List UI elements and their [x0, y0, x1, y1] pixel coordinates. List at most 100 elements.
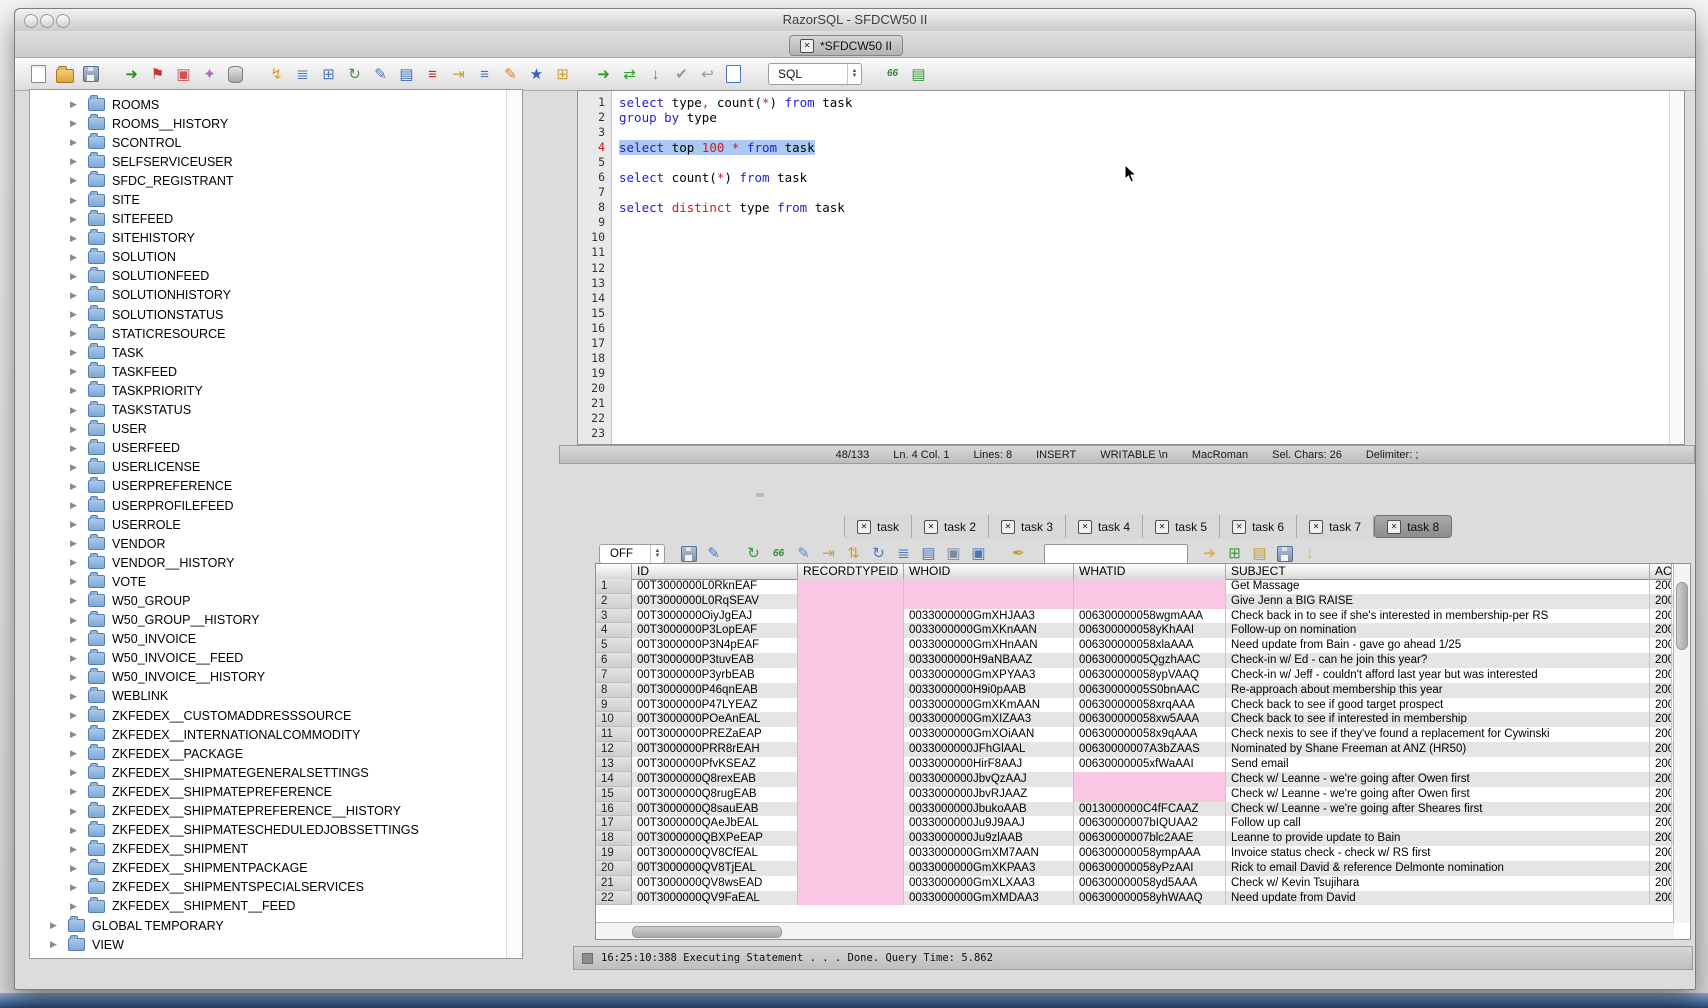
- tree-item-zkfedex-shipmatepreference[interactable]: ▶ZKFEDEX__SHIPMATEPREFERENCE: [30, 782, 522, 801]
- tree-item-rooms-history[interactable]: ▶ROOMS__HISTORY: [30, 114, 522, 133]
- result-tab-task[interactable]: ✕task: [844, 515, 912, 538]
- tree-item-userlicense[interactable]: ▶USERLICENSE: [30, 458, 522, 477]
- cell-recordtypeid[interactable]: [798, 846, 904, 861]
- row-number-cell[interactable]: 15: [596, 787, 632, 802]
- cell-ac[interactable]: 200: [1650, 772, 1672, 787]
- cell-subject[interactable]: Nominated by Shane Freeman at ANZ (HR50): [1226, 742, 1650, 757]
- cell-subject[interactable]: Invoice status check - check w/ RS first: [1226, 846, 1650, 861]
- cell-recordtypeid[interactable]: [798, 757, 904, 772]
- column-header-subject[interactable]: SUBJECT: [1226, 564, 1650, 580]
- cell-ac[interactable]: 200: [1650, 861, 1672, 876]
- help-book-icon[interactable]: ▤: [397, 65, 416, 84]
- close-tab-icon[interactable]: ✕: [800, 39, 814, 53]
- cell-id[interactable]: 00T3000000OiyJgEAJ: [632, 609, 798, 624]
- table-row[interactable]: 700T3000000P3yrbEAB0033000000GmXPYAA3006…: [596, 668, 1674, 683]
- close-tab-icon[interactable]: ✕: [1001, 520, 1015, 534]
- table-row[interactable]: 1100T3000000PREZaEAP0033000000GmXOiAAN00…: [596, 727, 1674, 742]
- table-row[interactable]: 900T3000000P47LYEAZ0033000000GmXKmAAN006…: [596, 698, 1674, 713]
- edit-cell-icon[interactable]: ✎: [794, 544, 813, 563]
- cell-whoid[interactable]: 0033000000GmXHJAA3: [904, 609, 1074, 624]
- cell-id[interactable]: 00T3000000POeAnEAL: [632, 712, 798, 727]
- expand-triangle-icon[interactable]: ▶: [70, 118, 84, 129]
- tree-item-site[interactable]: ▶SITE: [30, 190, 522, 209]
- cell-whatid[interactable]: 006300000058xw5AAA: [1074, 712, 1226, 727]
- expand-triangle-icon[interactable]: ▶: [70, 271, 84, 282]
- cell-whoid[interactable]: 0033000000GmXPYAA3: [904, 668, 1074, 683]
- expand-triangle-icon[interactable]: ▶: [70, 443, 84, 454]
- cell-recordtypeid[interactable]: [798, 594, 904, 609]
- cell-recordtypeid[interactable]: [798, 668, 904, 683]
- cell-whoid[interactable]: 0033000000GmXOiAAN: [904, 727, 1074, 742]
- close-tab-icon[interactable]: ✕: [1078, 520, 1092, 534]
- expand-triangle-icon[interactable]: ▶: [70, 481, 84, 492]
- tree-item-userpreference[interactable]: ▶USERPREFERENCE: [30, 477, 522, 496]
- database-tree-panel[interactable]: ▶ROOMS▶ROOMS__HISTORY▶SCONTROL▶SELFSERVI…: [29, 89, 523, 959]
- row-number-cell[interactable]: 3: [596, 609, 632, 624]
- expand-triangle-icon[interactable]: ▶: [70, 500, 84, 511]
- cell-ac[interactable]: 200: [1650, 891, 1672, 906]
- execute-all-icon[interactable]: ⇄: [620, 65, 639, 84]
- form-view-icon[interactable]: ▤: [919, 544, 938, 563]
- tree-item-userfeed[interactable]: ▶USERFEED: [30, 439, 522, 458]
- describe-table-icon[interactable]: 66: [769, 544, 788, 563]
- table-vertical-scrollbar[interactable]: [1673, 564, 1690, 923]
- row-number-cell[interactable]: 8: [596, 683, 632, 698]
- cell-recordtypeid[interactable]: [798, 772, 904, 787]
- cell-ac[interactable]: 200: [1650, 727, 1672, 742]
- results-list-icon[interactable]: ▤: [909, 65, 928, 84]
- expand-triangle-icon[interactable]: ▶: [70, 538, 84, 549]
- expand-triangle-icon[interactable]: ▶: [70, 901, 84, 912]
- tree-item-vote[interactable]: ▶VOTE: [30, 572, 522, 591]
- cell-ac[interactable]: 200: [1650, 609, 1672, 624]
- cell-id[interactable]: 00T3000000PRR8rEAH: [632, 742, 798, 757]
- cell-ac[interactable]: 200: [1650, 802, 1672, 817]
- cell-whoid[interactable]: 0033000000H9aNBAAZ: [904, 653, 1074, 668]
- expand-triangle-icon[interactable]: ▶: [70, 825, 84, 836]
- cell-whatid[interactable]: [1074, 594, 1226, 609]
- cell-ac[interactable]: 200: [1650, 846, 1672, 861]
- row-number-cell[interactable]: 7: [596, 668, 632, 683]
- table-row[interactable]: 500T3000000P3N4pEAF0033000000GmXHnAAN006…: [596, 638, 1674, 653]
- expand-triangle-icon[interactable]: ▶: [70, 252, 84, 263]
- document-tab[interactable]: ✕ *SFDCW50 II: [789, 35, 903, 56]
- cell-whoid[interactable]: 0033000000Ju9J9AAJ: [904, 816, 1074, 831]
- close-tab-icon[interactable]: ✕: [1387, 520, 1401, 534]
- cell-whatid[interactable]: 00630000007blc2AAE: [1074, 831, 1226, 846]
- cell-whoid[interactable]: 0033000000JbvQzAAJ: [904, 772, 1074, 787]
- rollback-icon[interactable]: ↩: [698, 65, 717, 84]
- tree-item-user[interactable]: ▶USER: [30, 420, 522, 439]
- script-results-icon[interactable]: ▤: [1250, 544, 1269, 563]
- cell-subject[interactable]: Re-approach about membership this year: [1226, 683, 1650, 698]
- row-number-cell[interactable]: 11: [596, 727, 632, 742]
- copy-connection-icon[interactable]: ▣: [174, 65, 193, 84]
- row-number-cell[interactable]: 21: [596, 876, 632, 891]
- refresh-results-icon[interactable]: ↻: [744, 544, 763, 563]
- row-number-cell[interactable]: 10: [596, 712, 632, 727]
- cell-recordtypeid[interactable]: [798, 816, 904, 831]
- expand-triangle-icon[interactable]: ▶: [70, 691, 84, 702]
- tree-item-vendor[interactable]: ▶VENDOR: [30, 534, 522, 553]
- close-tab-icon[interactable]: ✕: [1309, 520, 1323, 534]
- expand-triangle-icon[interactable]: ▶: [70, 519, 84, 530]
- cell-id[interactable]: 00T3000000QV8wsEAD: [632, 876, 798, 891]
- tree-item-userprofilefeed[interactable]: ▶USERPROFILEFEED: [30, 496, 522, 515]
- result-tab-task-6[interactable]: ✕task 6: [1220, 515, 1297, 538]
- table-row[interactable]: 300T3000000OiyJgEAJ0033000000GmXHJAA3006…: [596, 609, 1674, 624]
- tree-item-taskstatus[interactable]: ▶TASKSTATUS: [30, 401, 522, 420]
- row-number-cell[interactable]: 14: [596, 772, 632, 787]
- cell-recordtypeid[interactable]: [798, 638, 904, 653]
- cell-whatid[interactable]: 006300000058ympAAA: [1074, 846, 1226, 861]
- cell-whoid[interactable]: 0033000000GmXHnAAN: [904, 638, 1074, 653]
- cell-whatid[interactable]: 006300000058yd5AAA: [1074, 876, 1226, 891]
- result-tab-task-3[interactable]: ✕task 3: [989, 515, 1066, 538]
- table-row[interactable]: 1700T3000000QAeJbEAL0033000000Ju9J9AAJ00…: [596, 816, 1674, 831]
- cell-subject[interactable]: Send email: [1226, 757, 1650, 772]
- tree-item-zkfedex-shipmategeneralsettings[interactable]: ▶ZKFEDEX__SHIPMATEGENERALSETTINGS: [30, 763, 522, 782]
- tree-item-weblink[interactable]: ▶WEBLINK: [30, 687, 522, 706]
- cell-whoid[interactable]: 0033000000GmXIZAA3: [904, 712, 1074, 727]
- row-number-cell[interactable]: 17: [596, 816, 632, 831]
- expand-triangle-icon[interactable]: ▶: [70, 786, 84, 797]
- cell-ac[interactable]: 200: [1650, 742, 1672, 757]
- save-results-icon[interactable]: [679, 544, 698, 563]
- expand-triangle-icon[interactable]: ▶: [70, 748, 84, 759]
